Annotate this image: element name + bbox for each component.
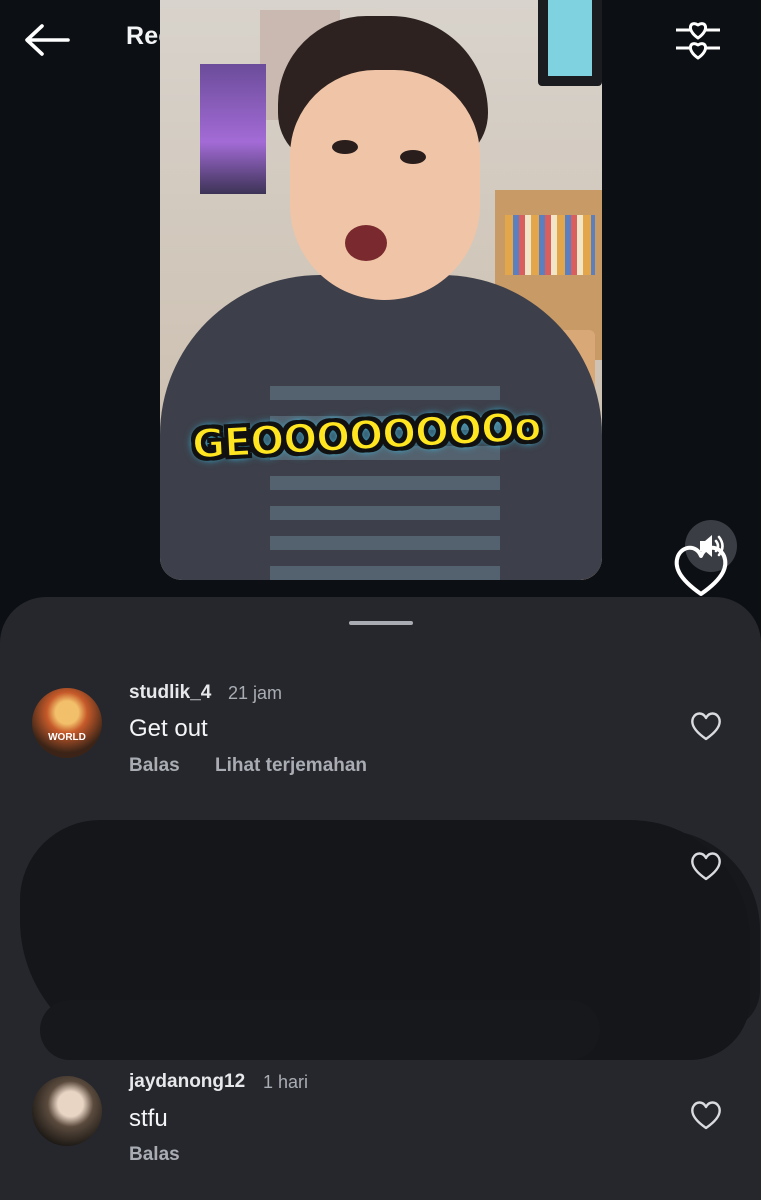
back-button[interactable] <box>22 22 72 58</box>
comment-username[interactable]: studlik_4 <box>129 682 211 704</box>
redacted-comment-extra <box>40 1000 600 1060</box>
arrow-left-icon <box>25 24 70 56</box>
avatar[interactable]: WORLD <box>32 688 102 758</box>
child-eye-right <box>400 150 426 164</box>
comment-like-button[interactable] <box>689 850 723 882</box>
comment-text: Get out <box>129 715 208 742</box>
heart-icon <box>691 712 721 741</box>
reel-video[interactable] <box>160 0 602 580</box>
heart-icon <box>674 545 728 596</box>
reply-button[interactable]: Balas <box>129 755 180 777</box>
heart-icon <box>691 1101 721 1130</box>
comment-text: stfu <box>129 1105 168 1132</box>
child-mouth <box>345 225 387 261</box>
background-books <box>505 215 595 275</box>
comment-time: 21 jam <box>228 683 283 703</box>
comment-like-button[interactable] <box>689 710 723 742</box>
child-face <box>290 70 480 300</box>
background-poster-purple <box>200 64 266 194</box>
sheet-drag-handle[interactable] <box>349 621 413 625</box>
filter-button[interactable] <box>672 16 724 62</box>
comment-username[interactable]: jaydanong12 <box>129 1071 245 1093</box>
avatar[interactable] <box>32 1076 102 1146</box>
avatar-image-text: WORLD <box>48 732 86 743</box>
video-like-button[interactable] <box>670 540 732 598</box>
comment-like-button[interactable] <box>689 1099 723 1131</box>
heart-icon <box>691 852 721 881</box>
see-translation-button[interactable]: Lihat terjemahan <box>215 755 367 777</box>
child-eye-left <box>332 140 358 154</box>
background-tv-screen <box>548 0 592 76</box>
reply-button[interactable]: Balas <box>129 1144 180 1166</box>
heart-slider-filter-icon <box>676 22 720 60</box>
comment-time: 1 hari <box>263 1072 309 1092</box>
